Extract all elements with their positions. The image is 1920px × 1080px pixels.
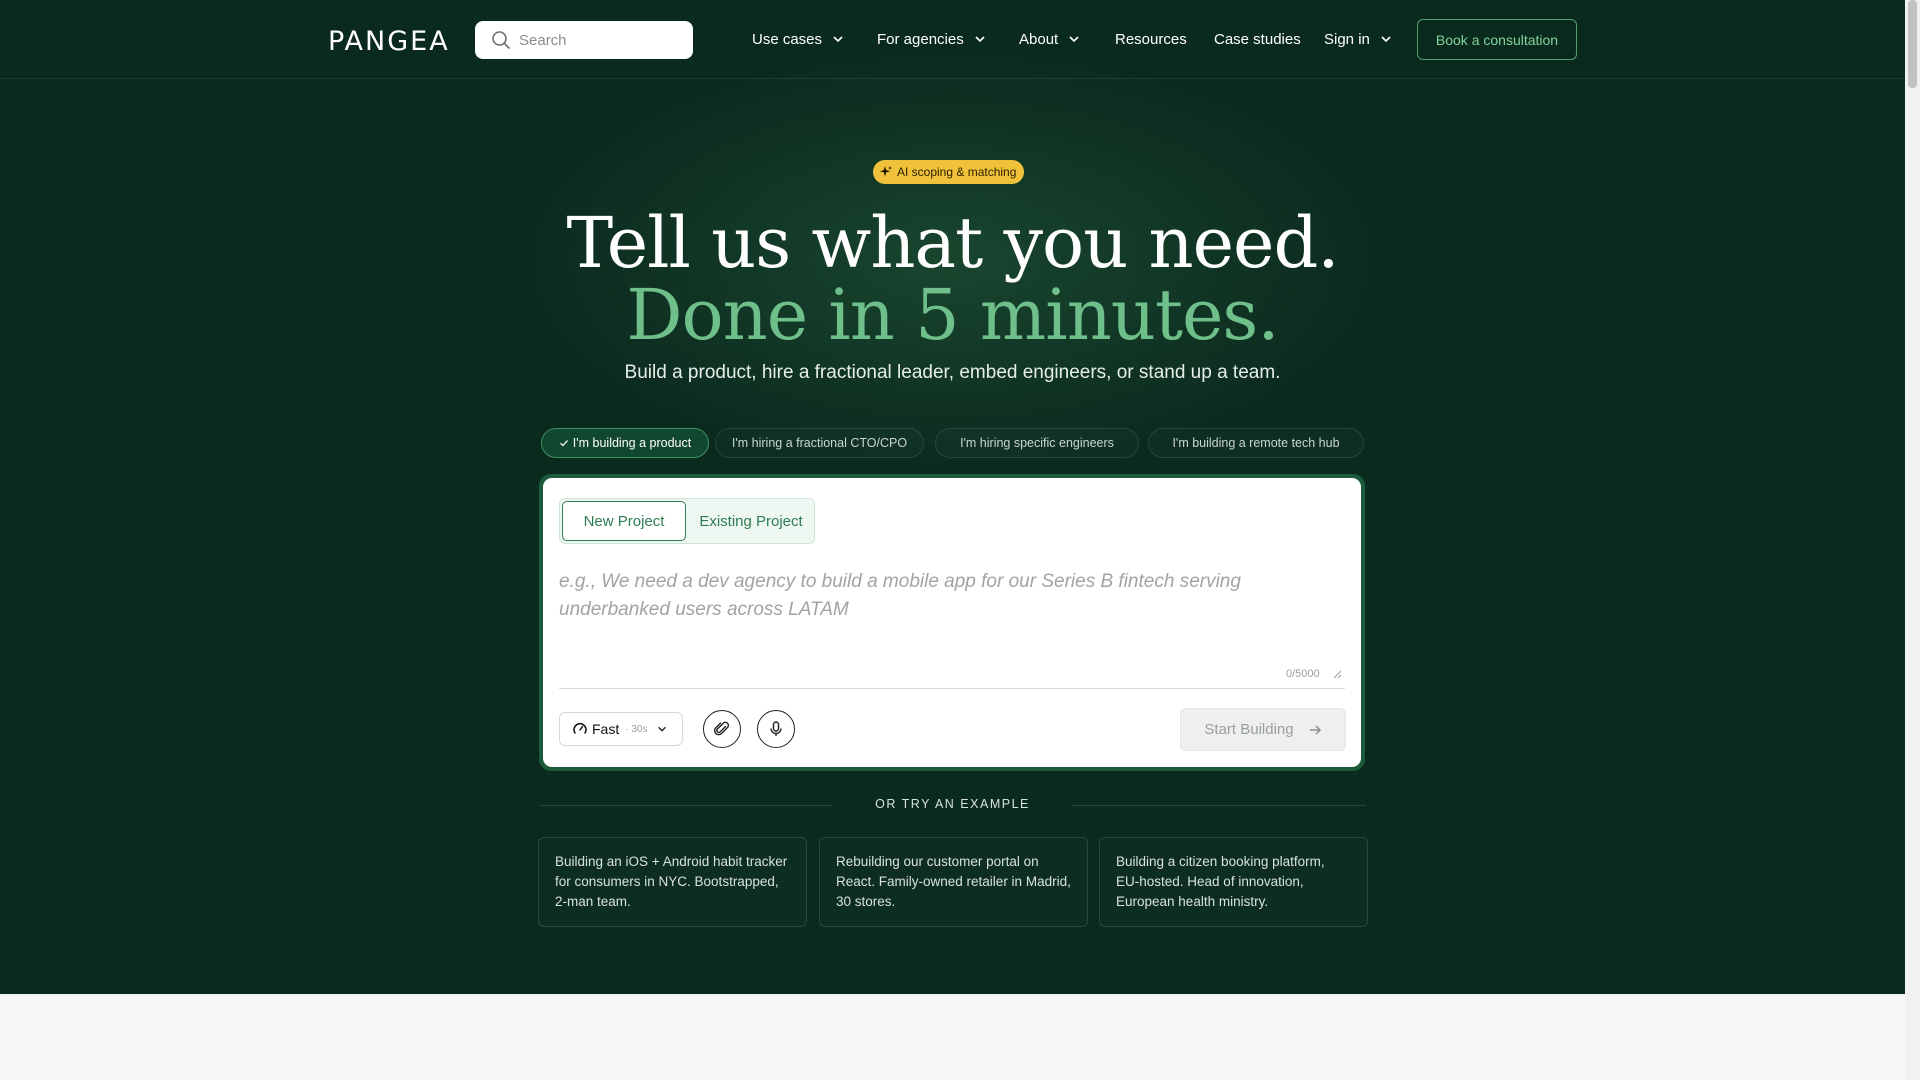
example-card-2[interactable]: Rebuilding our customer portal on React.… [819,837,1088,927]
search-input[interactable] [519,31,689,49]
nav-use-cases[interactable]: Use cases [752,28,844,50]
example-card-1[interactable]: Building an iOS + Android habit tracker … [538,837,807,927]
nav-for-agencies[interactable]: For agencies [877,28,986,50]
mode-duration: · 30s [625,723,648,735]
nav-about[interactable]: About [1019,28,1080,50]
tab-existing-project[interactable]: Existing Project [688,501,814,541]
site-header: PANGEA Use cases For agencies About [0,0,1905,79]
nav-resources[interactable]: Resources [1115,28,1187,50]
arrow-right-icon [1309,724,1321,735]
nav-label: Sign in [1324,30,1370,48]
hero-section: PANGEA Use cases For agencies About [0,0,1905,994]
start-building-label: Start Building [1204,721,1294,738]
chevron-down-icon [658,726,667,732]
start-building-button[interactable]: Start Building [1180,708,1346,751]
paperclip-icon [713,721,730,736]
ai-badge: AI scoping & matching [873,160,1025,184]
composer-card: New Project Existing Project 0/5000 Fast [543,478,1361,767]
pill-label: I'm hiring specific engineers [960,436,1114,450]
sparkle-icon [880,166,892,177]
project-description-input[interactable] [559,568,1319,658]
resize-handle-icon[interactable] [1333,670,1342,679]
nav-label: For agencies [877,30,964,48]
check-icon [559,440,568,447]
speed-mode-select[interactable]: Fast · 30s [559,712,683,746]
nav-case-studies[interactable]: Case studies [1214,28,1301,50]
search-icon [492,31,510,49]
composer-frame: New Project Existing Project 0/5000 Fast [539,474,1365,771]
pill-fractional-cto[interactable]: I'm hiring a fractional CTO/CPO [715,428,924,458]
nav-label: About [1019,30,1059,48]
pangea-logo[interactable]: PANGEA [328,26,450,57]
pill-label: I'm hiring a fractional CTO/CPO [731,436,908,450]
mode-label: Fast [592,721,620,737]
composer-divider [559,688,1345,689]
chevron-down-icon [975,36,985,43]
divider-right [1072,805,1366,806]
book-consultation-button[interactable]: Book a consultation [1417,19,1577,60]
pill-building-product[interactable]: I'm building a product [541,428,709,458]
pill-label: I'm building a remote tech hub [1172,436,1340,450]
nav-sign-in[interactable]: Sign in [1324,28,1392,50]
microphone-button[interactable] [757,710,795,748]
chevron-down-icon [1069,36,1079,43]
scrollbar-track[interactable] [1905,0,1920,1080]
chevron-down-icon [833,36,843,43]
scrollbar-thumb[interactable] [1908,0,1917,88]
character-counter: 0/5000 [1286,668,1320,680]
page: PANGEA Use cases For agencies About [0,0,1905,1080]
chevron-down-icon [1381,36,1391,43]
hero-subtitle: Build a product, hire a fractional leade… [624,362,1281,383]
project-type-toggle: New Project Existing Project [559,498,815,544]
badge-label: AI scoping & matching [897,165,1017,179]
hero-title-line2: Done in 5 minutes. [626,274,1279,356]
pill-label: I'm building a product [572,436,692,450]
gauge-icon [573,723,587,734]
search-box[interactable] [475,21,693,59]
pill-remote-tech-hub[interactable]: I'm building a remote tech hub [1148,428,1364,458]
nav-label: Use cases [752,30,823,48]
hero-title-line1: Tell us what you need. [566,202,1339,284]
microphone-icon [770,721,782,736]
nav-label: Case studies [1214,30,1301,48]
attach-button[interactable] [703,710,741,748]
examples-heading: OR TRY AN EXAMPLE [875,797,1030,811]
pill-specific-engineers[interactable]: I'm hiring specific engineers [935,428,1139,458]
nav-label: Resources [1115,30,1187,48]
tab-new-project[interactable]: New Project [562,501,686,541]
example-card-3[interactable]: Building a citizen booking platform, EU-… [1099,837,1368,927]
